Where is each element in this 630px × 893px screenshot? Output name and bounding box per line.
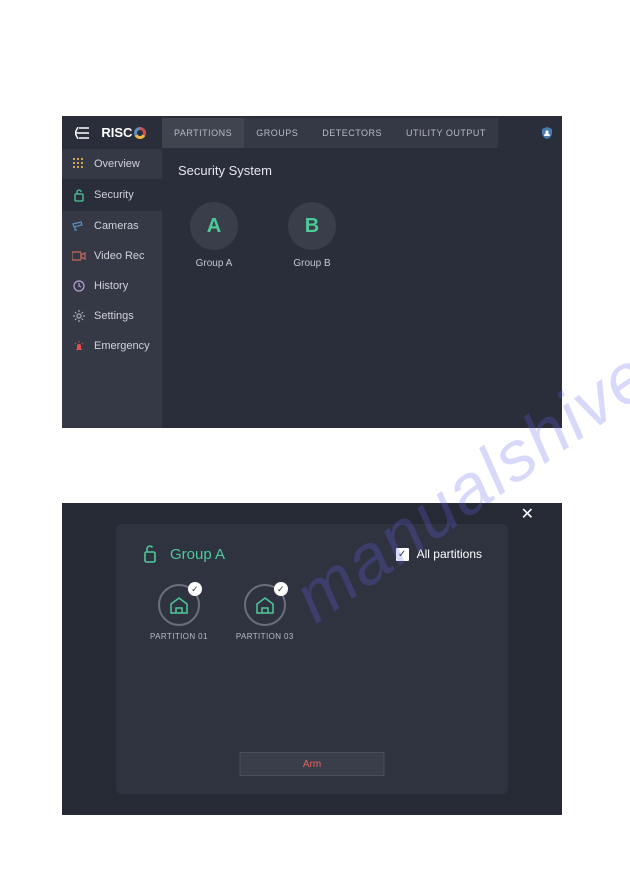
menu-icon[interactable]: [68, 127, 95, 139]
tab-partitions[interactable]: PARTITIONS: [162, 118, 244, 148]
sidebar-item-label: Cameras: [94, 220, 139, 232]
sidebar-item-settings[interactable]: Settings: [62, 301, 162, 331]
group-detail-modal-screen: ✕ Group A ✓ All partitions ✓ PARTITION 0…: [62, 503, 562, 815]
user-badge-icon[interactable]: [532, 125, 562, 141]
clock-icon: [72, 280, 86, 292]
partition-01[interactable]: ✓ PARTITION 01: [150, 584, 208, 641]
gear-icon: [72, 310, 86, 322]
checkbox-checked-icon: ✓: [396, 548, 409, 561]
modal-header: Group A ✓ All partitions: [142, 544, 482, 564]
partition-03[interactable]: ✓ PARTITION 03: [236, 584, 294, 641]
brand-logo: RISC: [101, 125, 156, 140]
topbar-tabs: PARTITIONS GROUPS DETECTORS UTILITY OUTP…: [162, 118, 498, 148]
partition-label: PARTITION 03: [236, 632, 294, 641]
group-circle: B: [288, 202, 336, 250]
close-icon[interactable]: ✕: [521, 504, 534, 524]
page-title: Security System: [162, 149, 562, 192]
unlock-icon: [142, 544, 158, 564]
sidebar-item-cameras[interactable]: Cameras: [62, 211, 162, 241]
group-b[interactable]: B Group B: [288, 202, 336, 269]
groups-list: A Group A B Group B: [162, 192, 562, 279]
partition-circle: ✓: [244, 584, 286, 626]
sidebar-item-label: Overview: [94, 158, 140, 170]
camera-icon: [72, 221, 86, 231]
home-icon: [254, 595, 276, 615]
group-label: Group B: [293, 258, 330, 269]
sidebar-item-label: Emergency: [94, 340, 150, 352]
tab-utility[interactable]: UTILITY OUTPUT: [394, 118, 498, 148]
sidebar: RISC Overview Security Cameras Video: [62, 116, 162, 428]
all-partitions-checkbox[interactable]: ✓ All partitions: [396, 547, 482, 561]
partitions-list: ✓ PARTITION 01 ✓ PARTITION 03: [142, 584, 482, 641]
sidebar-item-history[interactable]: History: [62, 271, 162, 301]
group-circle: A: [190, 202, 238, 250]
group-a[interactable]: A Group A: [190, 202, 238, 269]
sidebar-item-emergency[interactable]: Emergency: [62, 331, 162, 361]
sidebar-item-security[interactable]: Security: [62, 179, 162, 211]
topbar: PARTITIONS GROUPS DETECTORS UTILITY OUTP…: [162, 116, 562, 149]
modal-title: Group A: [142, 544, 225, 564]
tab-detectors[interactable]: DETECTORS: [310, 118, 394, 148]
home-icon: [168, 595, 190, 615]
alarm-icon: [72, 340, 86, 352]
sidebar-item-videorec[interactable]: Video Rec: [62, 241, 162, 271]
sidebar-item-overview[interactable]: Overview: [62, 149, 162, 179]
sidebar-item-label: Video Rec: [94, 250, 145, 262]
sidebar-item-label: Settings: [94, 310, 134, 322]
sidebar-item-label: Security: [94, 189, 134, 201]
check-badge-icon: ✓: [274, 582, 288, 596]
partition-label: PARTITION 01: [150, 632, 208, 641]
lock-icon: [72, 188, 86, 202]
all-partitions-label: All partitions: [417, 547, 482, 561]
arm-button[interactable]: Arm: [240, 752, 385, 776]
tab-groups[interactable]: GROUPS: [244, 118, 310, 148]
group-modal: ✕ Group A ✓ All partitions ✓ PARTITION 0…: [116, 524, 508, 794]
video-icon: [72, 251, 86, 261]
group-label: Group A: [196, 258, 233, 269]
security-app-main: RISC Overview Security Cameras Video: [62, 116, 562, 428]
sidebar-item-label: History: [94, 280, 128, 292]
partition-circle: ✓: [158, 584, 200, 626]
check-badge-icon: ✓: [188, 582, 202, 596]
main-panel: PARTITIONS GROUPS DETECTORS UTILITY OUTP…: [162, 116, 562, 428]
grid-icon: [72, 158, 86, 170]
